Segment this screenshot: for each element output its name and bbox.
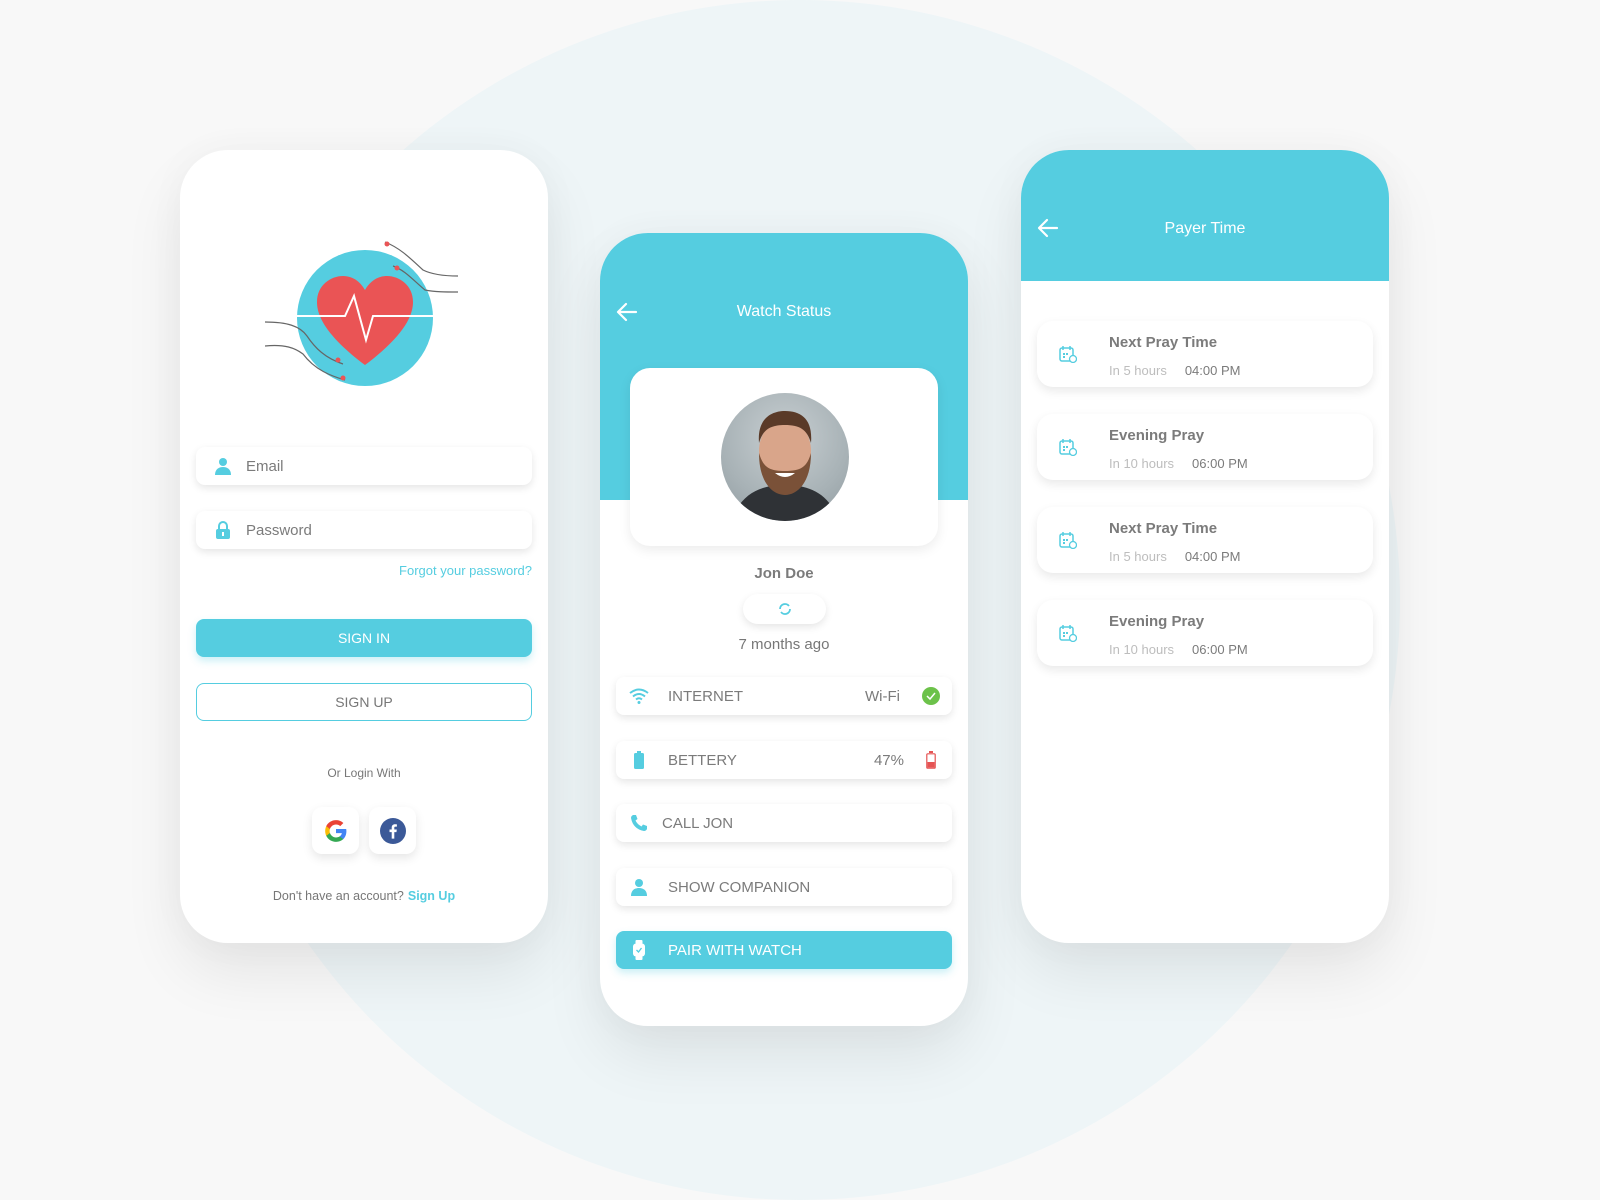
forgot-password-link[interactable]: Forgot your password? xyxy=(399,563,532,578)
sign-up-button[interactable]: SIGN UP xyxy=(196,683,532,721)
avatar[interactable] xyxy=(721,393,849,521)
password-placeholder: Password xyxy=(246,521,312,539)
login-screen: Email Password Forgot your password? SIG… xyxy=(180,150,548,943)
user-icon xyxy=(214,457,232,475)
sync-icon xyxy=(778,603,791,615)
no-account-text: Don't have an account? xyxy=(272,889,404,903)
prayer-time: 06:00 PM xyxy=(1192,642,1248,657)
calendar-clock-icon xyxy=(1059,532,1077,549)
email-placeholder: Email xyxy=(246,457,284,475)
calendar-clock-icon xyxy=(1059,625,1077,642)
prayer-title: Next Pray Time xyxy=(1109,334,1218,351)
prayer-card[interactable]: Next Pray Time In 5 hours 04:00 PM xyxy=(1037,507,1373,573)
prayer-title: Evening Pray xyxy=(1109,427,1205,444)
calendar-clock-icon xyxy=(1059,439,1077,456)
row-label: SHOW COMPANION xyxy=(668,878,811,896)
prayer-card[interactable]: Evening Pray In 10 hours 06:00 PM xyxy=(1037,600,1373,666)
prayer-countdown: In 10 hours xyxy=(1109,456,1175,471)
watch-status-screen: Watch Status Jon Doe 7 months ago INTERN… xyxy=(600,233,968,1026)
or-login-with-label: Or Login With xyxy=(327,766,401,780)
prayer-card[interactable]: Evening Pray In 10 hours 06:00 PM xyxy=(1037,414,1373,480)
user-name: Jon Doe xyxy=(754,565,814,582)
sign-in-button[interactable]: SIGN IN xyxy=(196,619,532,657)
prayer-time: 06:00 PM xyxy=(1192,456,1248,471)
page-title: Watch Status xyxy=(736,303,832,320)
facebook-login-button[interactable] xyxy=(369,807,416,854)
sync-button[interactable] xyxy=(743,594,826,624)
calendar-clock-icon xyxy=(1059,346,1077,363)
battery-icon xyxy=(628,749,650,771)
user-icon xyxy=(628,876,650,898)
last-seen-text: 7 months ago xyxy=(738,636,830,653)
prayer-time: 04:00 PM xyxy=(1184,363,1241,378)
page-title: Payer Time xyxy=(1164,220,1246,237)
phone-icon xyxy=(628,812,650,834)
row-value: 47% xyxy=(873,751,904,769)
prayer-time-screen: Payer Time Next Pray Time In 5 hours 04:0… xyxy=(1021,150,1389,943)
profile-card xyxy=(630,368,938,546)
google-login-button[interactable] xyxy=(312,807,359,854)
facebook-icon xyxy=(379,817,406,844)
signup-prompt: Don't have an account? Sign Up xyxy=(180,889,548,903)
battery-low-icon xyxy=(926,751,936,769)
sign-up-link[interactable]: Sign Up xyxy=(408,889,455,903)
header-band xyxy=(1021,150,1389,281)
pair-with-watch-button[interactable]: PAIR WITH WATCH xyxy=(616,931,952,969)
prayer-countdown: In 10 hours xyxy=(1109,642,1175,657)
internet-row[interactable]: INTERNET Wi-Fi xyxy=(616,677,952,715)
email-input[interactable]: Email xyxy=(196,447,532,485)
row-label: CALL JON xyxy=(662,814,734,832)
row-label: BETTERY xyxy=(668,751,737,769)
lock-icon xyxy=(214,521,232,539)
row-value: Wi-Fi xyxy=(865,687,900,705)
avatar-photo xyxy=(731,411,839,521)
google-icon xyxy=(324,819,346,842)
prayer-time: 04:00 PM xyxy=(1184,549,1241,564)
battery-row[interactable]: BETTERY 47% xyxy=(616,741,952,779)
prayer-card[interactable]: Next Pray Time In 5 hours 04:00 PM xyxy=(1037,321,1373,387)
prayer-countdown: In 5 hours xyxy=(1109,363,1167,378)
password-input[interactable]: Password xyxy=(196,511,532,549)
show-companion-button[interactable]: SHOW COMPANION xyxy=(616,868,952,906)
heart-hands-illustration xyxy=(265,241,459,386)
prayer-title: Evening Pray xyxy=(1109,613,1205,630)
prayer-title: Next Pray Time xyxy=(1109,520,1218,537)
prayer-countdown: In 5 hours xyxy=(1109,549,1167,564)
row-label: PAIR WITH WATCH xyxy=(668,941,802,959)
check-circle-icon xyxy=(922,687,940,705)
call-jon-button[interactable]: CALL JON xyxy=(616,804,952,842)
wifi-icon xyxy=(628,685,650,707)
social-login-row xyxy=(180,807,548,854)
watch-icon xyxy=(628,939,650,961)
row-label: INTERNET xyxy=(668,687,743,705)
